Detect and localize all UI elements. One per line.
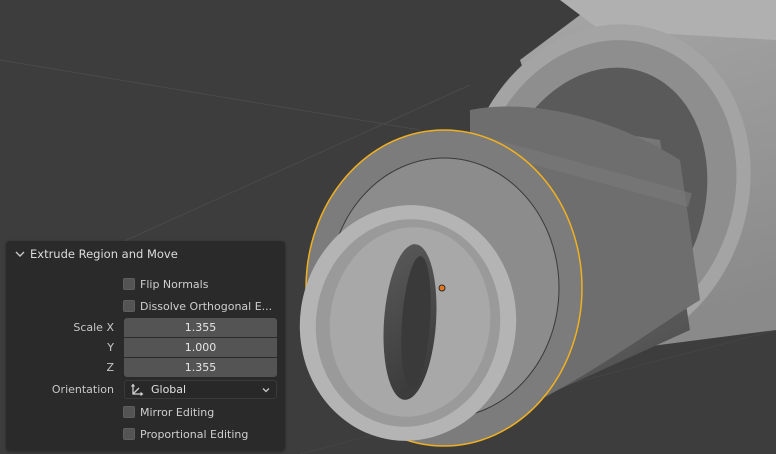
scale-y-field[interactable]: 1.000 [124,338,277,357]
transform-orientation-icon [131,383,144,396]
mesh-object[interactable] [285,0,776,454]
proportional-editing-label: Proportional Editing [140,427,249,441]
operator-panel: Extrude Region and Move Flip Normals Dis… [6,241,285,451]
chevron-down-icon [15,251,25,257]
orientation-value: Global [151,383,187,396]
scale-z-field[interactable]: 1.355 [124,358,277,377]
proportional-editing-toggle[interactable]: Proportional Editing [123,425,248,443]
scale-y-label: Y [107,341,114,354]
dissolve-orthogonal-checkbox[interactable] [123,300,135,312]
orientation-label: Orientation [51,383,114,396]
origin-point [438,284,446,292]
dissolve-orthogonal-toggle[interactable]: Dissolve Orthogonal E... [123,297,272,315]
proportional-editing-checkbox[interactable] [123,428,135,440]
scale-x-field[interactable]: 1.355 [124,318,277,337]
mirror-editing-toggle[interactable]: Mirror Editing [123,403,214,421]
mirror-editing-checkbox[interactable] [123,406,135,418]
mirror-editing-label: Mirror Editing [140,405,215,419]
dissolve-orthogonal-label: Dissolve Orthogonal E... [140,299,273,313]
scale-z-label: Z [106,361,114,374]
panel-title: Extrude Region and Move [30,247,178,261]
orientation-dropdown[interactable]: Global [124,380,277,399]
panel-header[interactable]: Extrude Region and Move [6,241,285,267]
scale-x-label: Scale X [73,321,114,334]
dropdown-arrow-icon [262,387,270,392]
flip-normals-toggle[interactable]: Flip Normals [123,275,208,293]
flip-normals-checkbox[interactable] [123,278,135,290]
flip-normals-label: Flip Normals [140,277,209,291]
